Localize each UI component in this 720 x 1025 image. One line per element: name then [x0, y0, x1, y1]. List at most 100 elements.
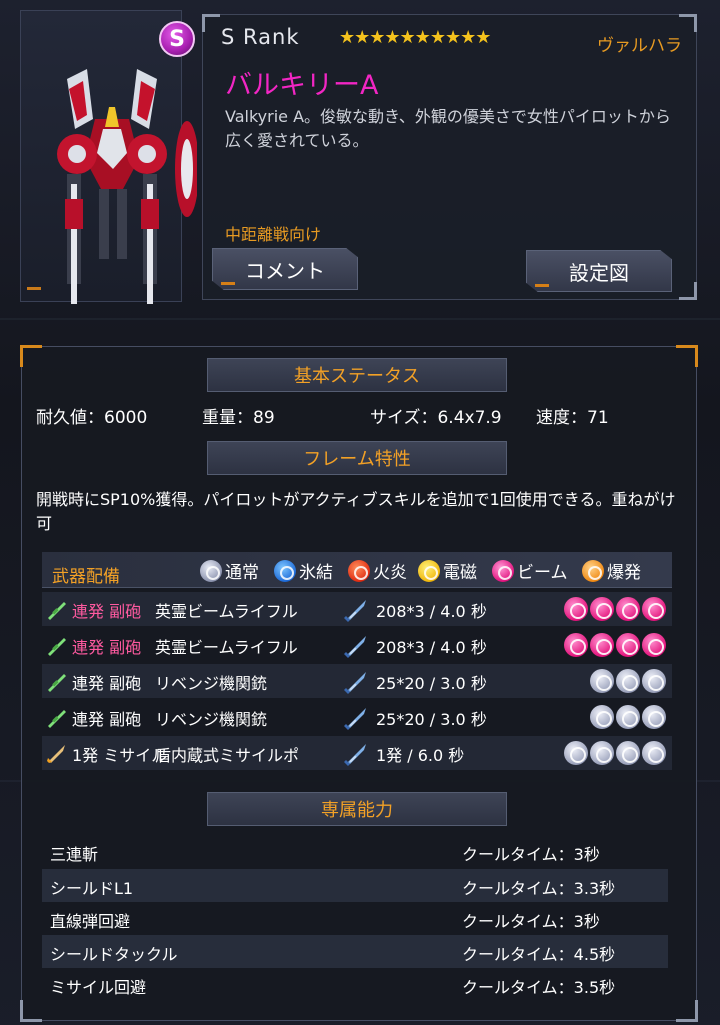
weapon-name: リベンジ機関銃	[155, 710, 268, 729]
weapon-header: 武器配備 通常 氷結 火炎 電磁 ビーム 爆発	[42, 552, 672, 588]
ability-name: 三連斬	[50, 845, 99, 864]
normal-slot-icon	[590, 705, 614, 729]
normal-slot-icon	[616, 669, 640, 693]
weapon-type: 連発 副砲	[72, 638, 142, 657]
weapon-header-title: 武器配備	[52, 567, 120, 587]
weapon-row[interactable]: 連発 副砲 リベンジ機関銃 25*20 / 3.0 秒	[42, 664, 672, 698]
beam-slot-icon	[642, 633, 666, 657]
legend-blast: 爆発	[582, 558, 641, 583]
ability-row[interactable]: 三連斬 クールタイム：3秒	[42, 835, 668, 868]
weapon-name: 英霊ビームライフル	[155, 638, 298, 657]
weapon-slots	[564, 597, 666, 621]
ability-name: シールドL1	[50, 879, 134, 898]
fire-attr-icon	[348, 559, 370, 582]
weapon-type: 連発 副砲	[72, 674, 142, 693]
normal-slot-icon	[642, 669, 666, 693]
weapon-name: 盾内蔵式ミサイルポ	[155, 746, 300, 765]
weapon-row[interactable]: 連発 副砲 英霊ビームライフル 208*3 / 4.0 秒	[42, 592, 672, 626]
beam-slot-icon	[564, 633, 588, 657]
weapon-slots	[590, 705, 666, 729]
mech-description: Valkyrie A。俊敏な動き、外観の優美さで女性パイロットから広く愛されてい…	[225, 107, 671, 150]
legend-label: ビーム	[517, 563, 568, 583]
sword-icon	[344, 708, 366, 730]
normal-slot-icon	[616, 705, 640, 729]
legend-label: 通常	[225, 563, 259, 583]
weapon-name: リベンジ機関銃	[155, 674, 268, 693]
ability-name: ミサイル回避	[50, 978, 147, 997]
weapon-slots	[564, 633, 666, 657]
weapon-row[interactable]: 連発 副砲 英霊ビームライフル 208*3 / 4.0 秒	[42, 628, 672, 662]
settings-button-label: 設定図	[569, 260, 629, 285]
ability-cooldown: クールタイム：3.5秒	[462, 978, 616, 997]
weapon-damage: 1発 / 6.0 秒	[376, 746, 465, 765]
ability-row[interactable]: 直線弾回避 クールタイム：3秒	[42, 902, 668, 935]
ability-cooldown: クールタイム：3秒	[462, 845, 600, 864]
normal-slot-icon	[642, 741, 666, 765]
ability-cooldown: クールタイム：4.5秒	[462, 945, 616, 964]
electric-attr-icon	[418, 559, 440, 582]
rank-label: S Rank	[221, 25, 300, 49]
ability-name: シールドタックル	[50, 945, 178, 964]
legend-normal: 通常	[200, 558, 259, 583]
gun-weapon-icon	[48, 638, 66, 656]
weapon-name: 英霊ビームライフル	[155, 602, 298, 621]
ability-name: 直線弾回避	[50, 912, 131, 931]
weapon-slots	[590, 669, 666, 693]
weapon-slots	[564, 741, 666, 765]
comment-button[interactable]: コメント	[212, 248, 358, 290]
beam-slot-icon	[616, 633, 640, 657]
weapon-type: 1発 ミサイル	[72, 746, 168, 765]
legend-fire: 火炎	[348, 558, 407, 583]
gun-weapon-icon	[48, 602, 66, 620]
frame-traits-header: フレーム特性	[207, 441, 507, 475]
weapon-damage: 25*20 / 3.0 秒	[376, 710, 487, 729]
mech-portrait-image	[57, 69, 197, 304]
series-label: ヴァルハラ	[597, 36, 682, 56]
beam-slot-icon	[642, 597, 666, 621]
ability-row[interactable]: ミサイル回避 クールタイム：3.5秒	[42, 968, 668, 1001]
weapon-row[interactable]: 連発 副砲 リベンジ機関銃 25*20 / 3.0 秒	[42, 700, 672, 734]
button-accent	[221, 282, 235, 285]
weapon-damage: 208*3 / 4.0 秒	[376, 602, 487, 621]
weapon-row[interactable]: 1発 ミサイル 盾内蔵式ミサイルポ 1発 / 6.0 秒	[42, 736, 672, 770]
beam-slot-icon	[616, 597, 640, 621]
mech-role: 中距離戦向け	[225, 225, 322, 244]
gun-weapon-icon	[48, 674, 66, 692]
rank-badge-icon: S	[159, 21, 195, 57]
legend-beam: ビーム	[492, 558, 568, 583]
stat-weight: 重量：89	[202, 408, 275, 428]
sword-icon	[344, 600, 366, 622]
corner-accent	[27, 287, 41, 290]
beam-attr-icon	[492, 559, 514, 582]
ice-attr-icon	[274, 559, 296, 582]
stat-durability: 耐久値：6000	[36, 408, 148, 428]
legend-label: 爆発	[607, 563, 641, 583]
blast-attr-icon	[582, 559, 604, 582]
sword-icon	[344, 672, 366, 694]
weapon-damage: 25*20 / 3.0 秒	[376, 674, 487, 693]
normal-attr-icon	[200, 559, 222, 582]
legend-electric: 電磁	[418, 558, 477, 583]
gun-weapon-icon	[48, 710, 66, 728]
legend-ice: 氷結	[274, 558, 333, 583]
stat-size: サイズ：6.4x7.9	[370, 408, 502, 428]
star-rating: ★★★★★★★★★★	[339, 27, 491, 48]
normal-slot-icon	[590, 669, 614, 693]
normal-slot-icon	[642, 705, 666, 729]
beam-slot-icon	[590, 633, 614, 657]
normal-slot-icon	[590, 741, 614, 765]
sword-icon	[344, 744, 366, 766]
ability-row[interactable]: シールドタックル クールタイム：4.5秒	[42, 935, 668, 968]
beam-slot-icon	[590, 597, 614, 621]
mech-portrait-card[interactable]: S	[20, 10, 197, 304]
frame-trait-text: 開戦時にSP10%獲得。パイロットがアクティブスキルを追加で1回使用できる。重ね…	[36, 490, 676, 533]
button-accent	[535, 284, 549, 287]
ability-cooldown: クールタイム：3.3秒	[462, 879, 616, 898]
weapon-damage: 208*3 / 4.0 秒	[376, 638, 487, 657]
ability-cooldown: クールタイム：3秒	[462, 912, 600, 931]
ability-row[interactable]: シールドL1 クールタイム：3.3秒	[42, 869, 668, 902]
settings-diagram-button[interactable]: 設定図	[526, 250, 672, 292]
exclusive-abilities-header: 専属能力	[207, 792, 507, 826]
bg-line	[0, 318, 720, 320]
legend-label: 氷結	[299, 563, 333, 583]
